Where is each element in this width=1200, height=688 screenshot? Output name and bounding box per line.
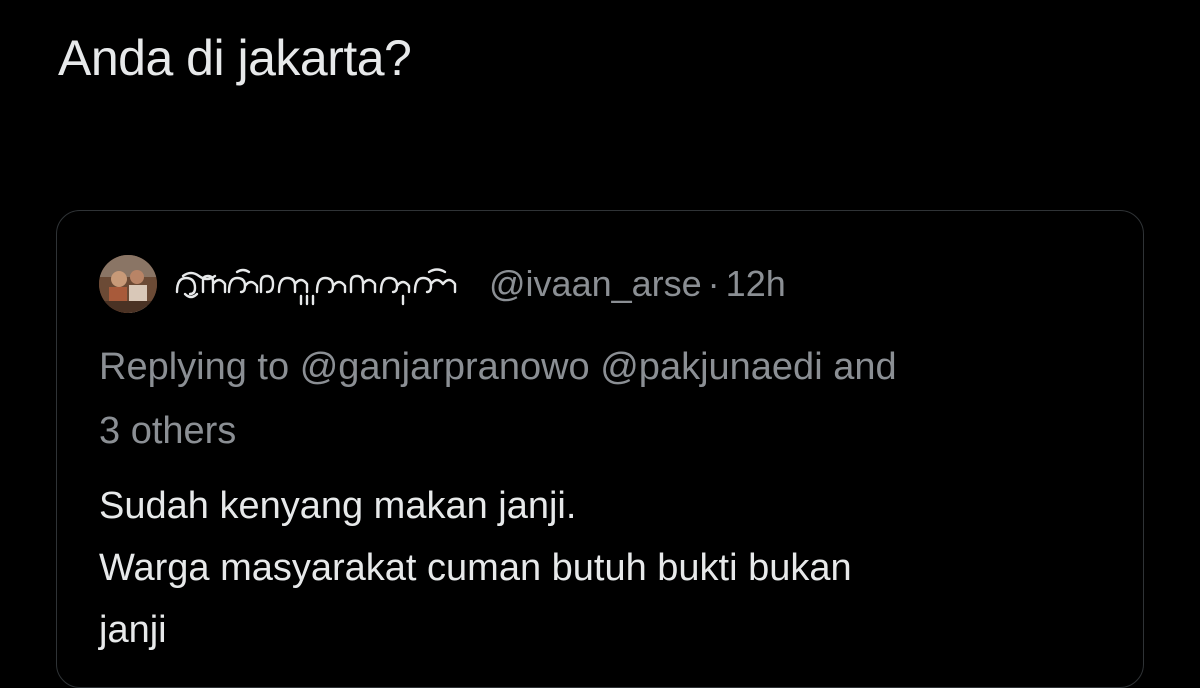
- reply-context: Replying to @ganjarpranowo @pakjunaedi a…: [99, 335, 1099, 463]
- reply-mention[interactable]: @ganjarpranowo: [300, 346, 590, 388]
- user-handle[interactable]: @ivaan_arse: [489, 263, 702, 305]
- tweet-text: Anda di jakarta?: [58, 30, 412, 86]
- reply-others[interactable]: 3 others: [99, 410, 236, 452]
- reply-mention[interactable]: @pakjunaedi: [600, 346, 822, 388]
- reply-prefix: Replying to: [99, 346, 290, 388]
- javanese-script-name: [175, 268, 457, 306]
- avatar-photo-icon: [99, 255, 157, 313]
- user-avatar[interactable]: [99, 255, 157, 313]
- quoted-tweet-card[interactable]: @ivaan_arse · 12h Replying to @ganjarpra…: [56, 210, 1144, 688]
- reply-and: and: [833, 346, 897, 388]
- body-line: Sudah kenyang makan janji.: [99, 485, 577, 527]
- meta-separator: ·: [707, 263, 720, 304]
- tweet-timestamp[interactable]: 12h: [726, 263, 786, 305]
- quoted-tweet-body: Sudah kenyang makan janji. Warga masyara…: [99, 475, 1099, 661]
- body-line: janji: [99, 609, 167, 651]
- quoted-tweet-header: @ivaan_arse · 12h: [99, 255, 786, 313]
- display-name[interactable]: [173, 262, 473, 306]
- body-line: Warga masyarakat cuman butuh bukti bukan: [99, 547, 852, 589]
